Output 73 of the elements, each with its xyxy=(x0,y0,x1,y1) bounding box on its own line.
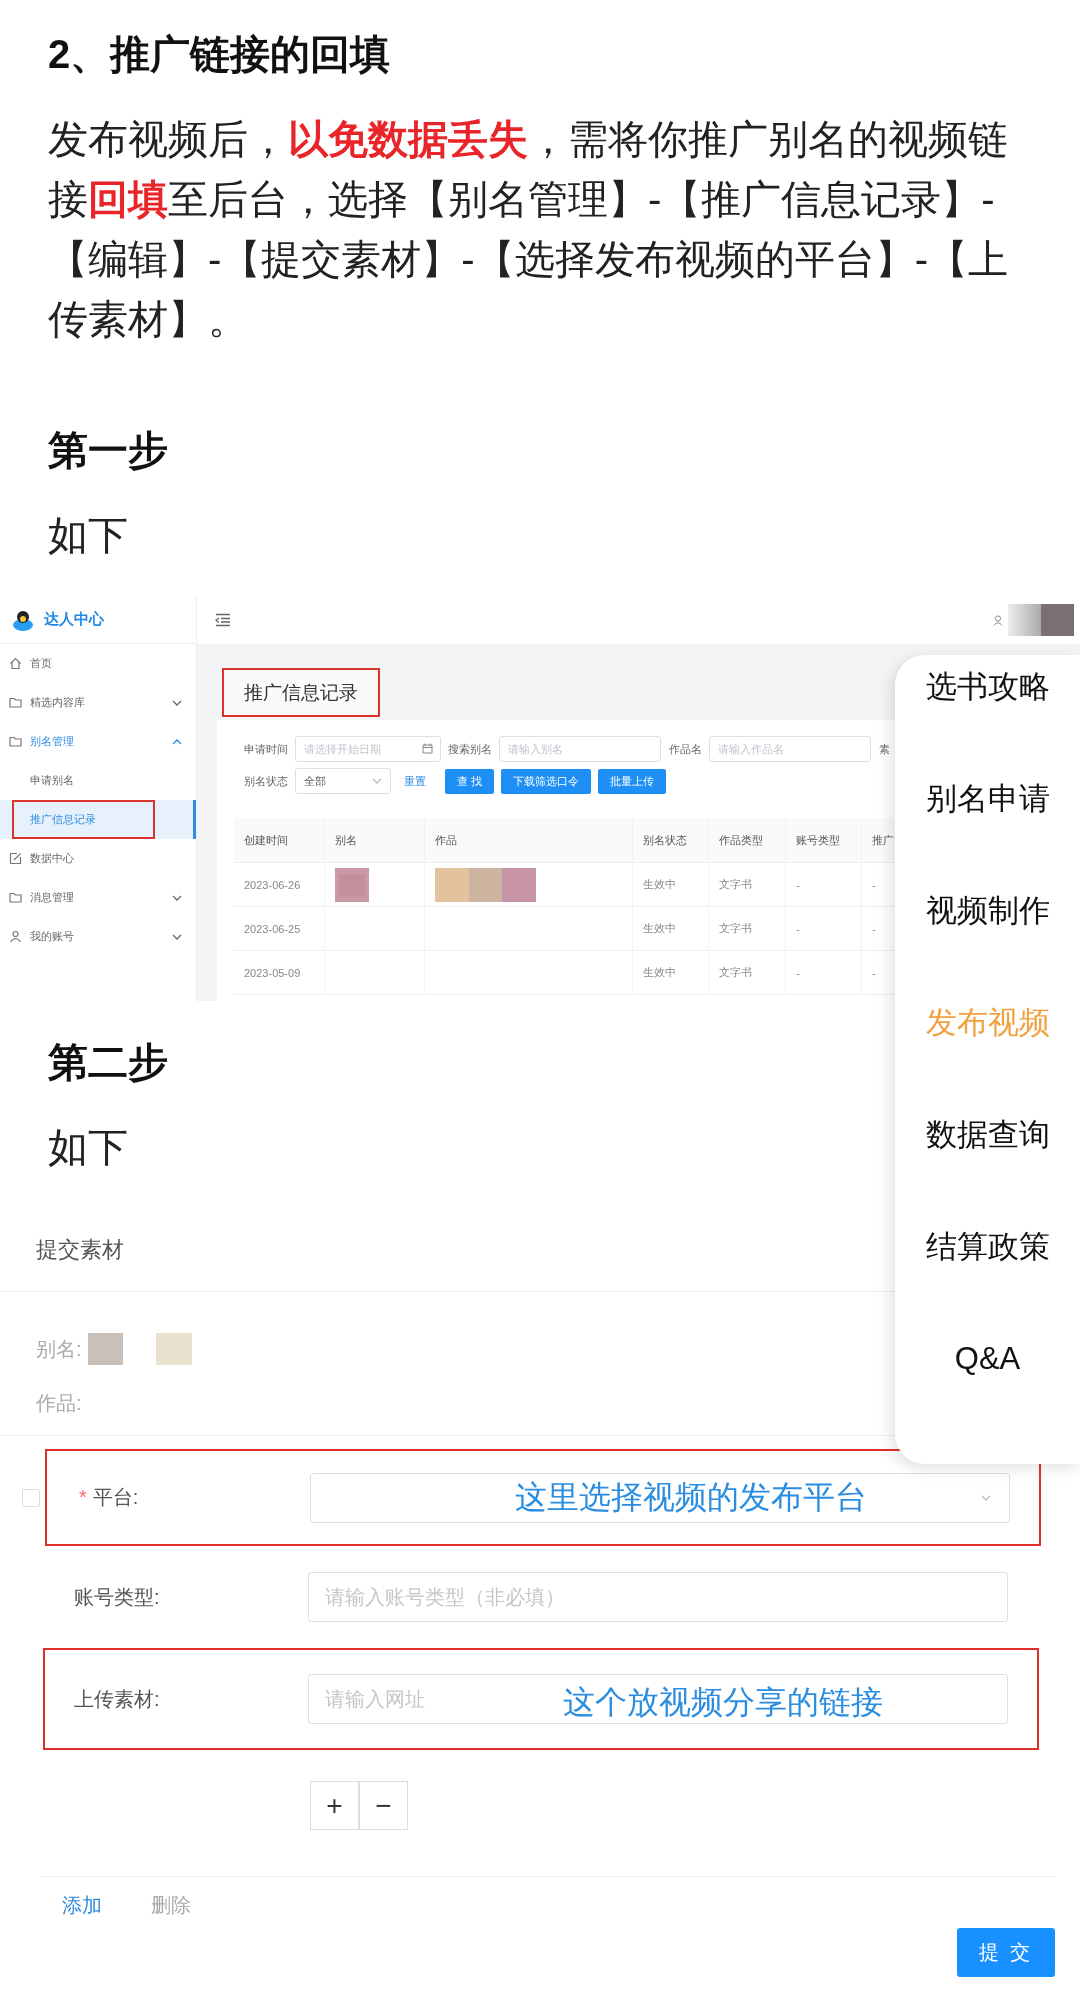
filter-label: 别名状态 xyxy=(244,773,288,789)
filter-label: 申请时间 xyxy=(244,741,288,757)
chevron-icon xyxy=(372,776,382,786)
table-cell: 生效中 xyxy=(633,951,709,994)
calendar-icon xyxy=(422,743,433,754)
menu-item[interactable]: Q&A xyxy=(954,1327,1021,1391)
field-label: 上传素材: xyxy=(74,1686,160,1712)
nav-item[interactable]: 我的账号 xyxy=(0,917,196,956)
table-cell: 生效中 xyxy=(633,907,709,950)
step-title: 第一步 xyxy=(47,427,169,474)
nav-item[interactable]: 首页 xyxy=(0,644,196,683)
filter-label: 搜索别名 xyxy=(448,741,492,757)
column-header: 别名状态 xyxy=(633,818,709,862)
column-header: 作品 xyxy=(425,818,633,862)
page-title: 推广信息记录 xyxy=(222,668,380,717)
select-field[interactable] xyxy=(310,1472,1010,1523)
article-paragraph: 发布视频后，以免数据丢失，需将你推广别名的视频链接回填至后台，选择【别名管理】-【推广信息记录】-【编辑】-【提交素材】-【选择发布视频的平台】-【上传素材】。 xyxy=(47,116,1009,343)
table-cell: - xyxy=(786,863,862,906)
field-label: 账号类型: xyxy=(74,1584,160,1610)
nav-item[interactable]: 精选内容库 xyxy=(0,683,196,722)
table-cell: 2023-06-26 xyxy=(234,863,325,906)
nav-item[interactable]: 消息管理 xyxy=(0,878,196,917)
nav-item[interactable]: 推广信息记录 xyxy=(0,800,196,839)
field-label: 平台: xyxy=(92,1485,139,1510)
folder-icon xyxy=(9,696,22,709)
column-header: 别名 xyxy=(325,818,425,862)
field-label: 别名: xyxy=(36,1336,82,1362)
table-cell: 文字书 xyxy=(709,951,786,994)
action-link[interactable]: 添加 xyxy=(62,1891,102,1919)
filter-label: 作品名 xyxy=(669,741,702,757)
table-cell: 文字书 xyxy=(709,907,786,950)
reset-link[interactable]: 重置 xyxy=(404,773,426,789)
menu-icon xyxy=(215,613,231,627)
field-label: 作品: xyxy=(36,1390,82,1416)
step-caption: 如下 xyxy=(47,512,129,559)
select-field[interactable]: 全部 xyxy=(295,768,391,794)
action-button[interactable]: 下载筛选口令 xyxy=(501,768,592,794)
checkbox[interactable] xyxy=(22,1488,40,1507)
nav-item[interactable]: 申请别名 xyxy=(0,761,196,800)
table-cell: 2023-05-09 xyxy=(234,951,325,994)
home-icon xyxy=(9,657,22,670)
table-cell: 文字书 xyxy=(709,863,786,906)
folder-icon xyxy=(9,735,22,748)
table-cell: - xyxy=(786,951,862,994)
action-button[interactable]: 批量上传 xyxy=(598,768,667,794)
action-button[interactable]: 查 找 xyxy=(445,768,495,794)
brand-name: 达人中心 xyxy=(44,610,104,629)
menu-item[interactable]: 结算政策 xyxy=(925,1215,1050,1279)
column-header: 账号类型 xyxy=(786,818,862,862)
filter-label: 素 xyxy=(879,741,890,757)
input-field[interactable]: 请输入账号类型（非必填） xyxy=(308,1572,1008,1622)
annotation-text: 这里选择视频的发布平台 xyxy=(515,1477,867,1517)
table-cell: - xyxy=(786,907,862,950)
nav-item[interactable]: 数据中心 xyxy=(0,839,196,878)
menu-item[interactable]: 数据查询 xyxy=(925,1103,1050,1167)
user-icon xyxy=(9,930,22,943)
article-heading: 2、推广链接的回填 xyxy=(47,31,392,78)
table-cell: 2023-06-25 xyxy=(234,907,325,950)
column-header: 作品类型 xyxy=(709,818,786,862)
edit-icon xyxy=(9,852,22,865)
required-mark: * xyxy=(79,1486,87,1509)
column-header: 创建时间 xyxy=(234,818,325,862)
stepper-button[interactable]: + xyxy=(310,1781,359,1830)
annotation-text: 这个放视频分享的链接 xyxy=(563,1683,883,1722)
step-title: 第二步 xyxy=(47,1039,169,1086)
folder-icon xyxy=(9,891,22,904)
table-cell: 生效中 xyxy=(633,863,709,906)
stepper-button[interactable]: − xyxy=(359,1781,408,1830)
user-icon xyxy=(993,614,1003,626)
step-caption: 如下 xyxy=(47,1124,129,1171)
menu-item[interactable]: 选书攻略 xyxy=(925,655,1050,719)
logo-icon xyxy=(12,608,34,631)
nav-item[interactable]: 别名管理 xyxy=(0,722,196,761)
